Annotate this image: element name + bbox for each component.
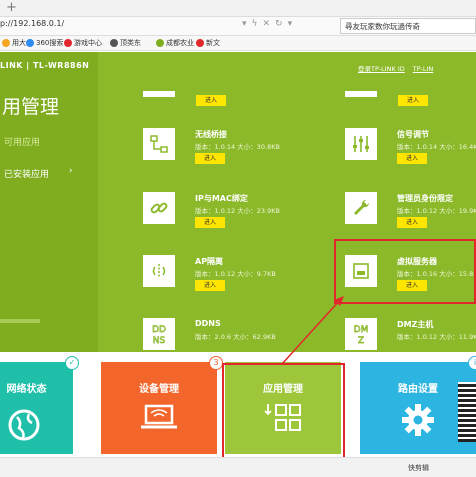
bottom-dock: ✓ 网络状态 3 设备管理 应用管理 i 路由设置 [0, 352, 476, 459]
bookmark-item[interactable]: 360搜索 [26, 38, 63, 48]
tile-network-status[interactable]: ✓ 网络状态 [0, 356, 79, 454]
app-name: 无线桥接 [195, 130, 227, 139]
bookmark-icon [2, 39, 10, 47]
app-name: AP隔离 [195, 257, 224, 266]
info-badge: i [468, 356, 476, 370]
browser-tab-bar: + [0, 0, 476, 17]
enter-button[interactable]: 进入 [397, 153, 427, 164]
dropdown-icon[interactable]: ▾ [242, 19, 252, 29]
login-link[interactable]: 登录TP-LINK ID [358, 65, 405, 73]
bookmark-icon [156, 39, 164, 47]
status-bar: 快剪辑 [0, 457, 476, 477]
count-badge: 3 [209, 356, 223, 370]
check-badge: ✓ [65, 356, 79, 370]
app-icon-partial [345, 91, 377, 97]
tile-device-management[interactable]: 3 设备管理 [101, 356, 223, 454]
tile-label: 网络状态 [6, 384, 47, 395]
sidebar-item-available-apps[interactable]: 可用应用 [4, 135, 40, 148]
bookmark-icon [26, 39, 34, 47]
ap-isolation-icon [143, 255, 175, 287]
highlight-box [334, 239, 476, 304]
svg-text:DM: DM [354, 325, 369, 335]
svg-text:DD: DD [152, 325, 166, 335]
tile-label: 设备管理 [139, 384, 179, 395]
svg-text:NS: NS [153, 336, 166, 346]
app-name: IP与MAC绑定 [195, 194, 248, 203]
app-name: DDNS [195, 319, 221, 328]
dmz-icon: DM Z [345, 318, 377, 350]
top-links: 登录TP-LINK ID TP-LIN [358, 63, 441, 73]
app-name: 信号调节 [397, 130, 429, 139]
bookmark-icon [110, 39, 118, 47]
enter-button[interactable]: 进入 [195, 280, 225, 291]
sidebar-progress [0, 319, 40, 323]
app-icon-partial [143, 91, 175, 97]
address-bar: p://192.168.0.1/ ▾ϟ✕↻▾ 尋友玩家数你玩過传奇 [0, 17, 476, 36]
status-text[interactable]: 快剪辑 [408, 463, 429, 473]
brand-logo: LINK | TL-WR886N [0, 61, 90, 70]
app-name: 管理员身份限定 [397, 194, 453, 203]
enter-button[interactable]: 进入 [397, 217, 427, 228]
bridge-icon [143, 128, 175, 160]
bookmark-item[interactable]: 新文 [196, 38, 220, 48]
search-input[interactable]: 尋友玩家数你玩過传奇 [340, 18, 476, 34]
qr-code [458, 382, 476, 442]
enter-button[interactable]: 进入 [195, 217, 225, 228]
app-meta: 版本：1.0.12 大小：19.9K [397, 207, 476, 215]
search-text: 尋友玩家数你玩過传奇 [345, 22, 420, 31]
reload-icon[interactable]: ↻ [275, 19, 288, 29]
globe-icon [7, 408, 41, 446]
bookmark-item[interactable]: 成都农业 [156, 38, 194, 48]
link-icon [143, 192, 175, 224]
ddns-icon: DD NS [143, 318, 175, 350]
lightning-icon[interactable]: ϟ [252, 19, 263, 29]
app-meta: 版本：1.0.12 大小：9.7KB [195, 270, 276, 278]
gear-icon [400, 402, 436, 442]
bookmark-item[interactable]: 顶类东 [110, 38, 141, 48]
app-meta: 版本：1.0.14 大小：16.4K [397, 143, 476, 151]
bookmark-item[interactable]: 游戏中心 [64, 38, 102, 48]
signal-adjust-icon [345, 128, 377, 160]
laptop-icon [139, 402, 179, 436]
chevron-down-icon[interactable]: ▾ [288, 19, 298, 29]
address-actions: ▾ϟ✕↻▾ [242, 19, 297, 29]
wrench-icon [345, 192, 377, 224]
app-meta: 版本：1.0.12 大小：23.9KB [195, 207, 280, 215]
bookmark-icon [196, 39, 204, 47]
chevron-right-icon: › [69, 166, 73, 176]
highlight-box [222, 363, 345, 459]
bookmark-icon [64, 39, 72, 47]
app-meta: 版本：2.0.6 大小：62.9KB [195, 333, 276, 341]
enter-button[interactable]: 进入 [195, 153, 225, 164]
app-name: DMZ主机 [397, 320, 434, 329]
enter-button[interactable]: 进入 [398, 95, 428, 106]
app-meta: 版本：1.0.12 大小：11.9K [397, 333, 476, 341]
close-icon[interactable]: ✕ [262, 19, 275, 29]
app-meta: 版本：1.0.14 大小：30.8KB [195, 143, 280, 151]
tplink-link[interactable]: TP-LIN [413, 65, 434, 73]
svg-text:Z: Z [358, 336, 364, 346]
bookmarks-bar: 用大全 360搜索 游戏中心 顶类东 成都农业 新文 [0, 36, 476, 51]
url-field[interactable]: p://192.168.0.1/ [0, 19, 64, 28]
page-title: 用管理 [2, 96, 60, 118]
sidebar-item-installed-apps[interactable]: 已安装应用 [4, 167, 49, 180]
enter-button[interactable]: 进入 [196, 95, 226, 106]
new-tab-button[interactable]: + [6, 0, 17, 16]
